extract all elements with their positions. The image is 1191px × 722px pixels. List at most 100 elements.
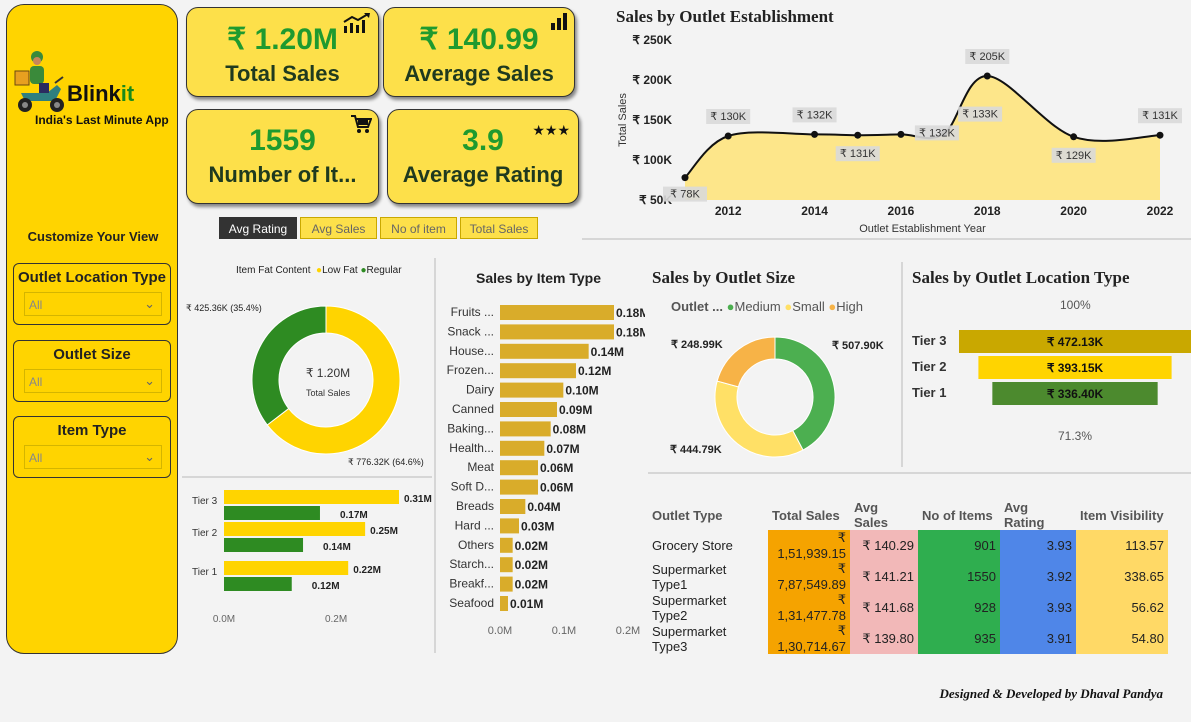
bar-lowfat: [224, 522, 366, 536]
tab-total-sales[interactable]: Total Sales: [460, 217, 538, 239]
bar-value-label: 0.25M: [370, 526, 398, 537]
x-tick-label: 2018: [974, 204, 1001, 218]
y-tick-label: ₹ 200K: [632, 73, 672, 87]
bar-value-label: 0.31M: [404, 494, 432, 505]
fat-label-regular: ₹ 425.36K (35.4%): [186, 303, 262, 313]
bar: [500, 460, 538, 476]
sidebar: Blinkit India's Last Minute App Customiz…: [6, 4, 178, 654]
bar-lowfat: [224, 561, 349, 575]
y-tick-label: ₹ 150K: [632, 113, 672, 127]
col-total-sales[interactable]: Total Sales: [768, 500, 850, 530]
bar-value-label: 0.14M: [323, 542, 351, 553]
bar: [500, 499, 526, 514]
category-label: Snack ...: [447, 324, 494, 338]
bar-value-label: 0.10M: [565, 384, 598, 398]
bar-value-label: 0.06M: [540, 481, 573, 495]
fat-legend: Item Fat Content ●Low Fat ●Regular: [236, 265, 402, 276]
table-cell: ₹ 141.68: [850, 592, 918, 623]
table-cell: ₹ 141.21: [850, 561, 918, 592]
category-label: Soft D...: [451, 480, 494, 494]
data-label: ₹ 132K: [919, 127, 955, 139]
data-label: ₹ 130K: [710, 111, 746, 123]
table-cell: Supermarket Type2: [652, 592, 727, 623]
tab-avg-rating[interactable]: Avg Rating: [219, 217, 297, 239]
category-label: Dairy: [466, 383, 494, 397]
item-type-bar-chart: Fruits ... 0.18M Snack ... 0.18M House... 0.1…: [447, 305, 645, 637]
table-cell: ₹ 7,87,549.89: [768, 561, 850, 592]
col-item-visibility[interactable]: Item Visibility: [1076, 500, 1168, 530]
bar: [500, 343, 589, 359]
bar-value-label: 0.09M: [559, 403, 592, 417]
chevron-down-icon: ⌄: [144, 373, 155, 388]
outlet-location-type-dropdown[interactable]: All ⌄: [24, 292, 162, 316]
category-label: Tier 1: [912, 385, 946, 400]
divider: [182, 476, 432, 478]
x-tick-label: 2014: [801, 204, 828, 218]
category-label: Others: [458, 538, 494, 552]
cart-icon: [351, 115, 372, 133]
bar: [500, 421, 551, 437]
divider: [648, 472, 1191, 474]
category-label: Breakf...: [449, 577, 494, 591]
col-outlet-type[interactable]: Outlet Type: [648, 500, 768, 530]
table-cell: 3.93: [1000, 530, 1076, 561]
category-label: Tier 3: [912, 333, 946, 348]
bar: [500, 596, 508, 611]
kpi-label: Average Rating: [402, 162, 564, 187]
bar-lowfat: [224, 490, 399, 504]
donut-center-value: ₹ 1.20M: [305, 366, 351, 380]
kpi-value: ₹ 140.99: [419, 23, 539, 56]
table-cell: 54.80: [1076, 623, 1168, 654]
col-avg-sales[interactable]: Avg Sales: [850, 500, 918, 530]
outlet-size-chart-title: Sales by Outlet Size: [652, 268, 796, 287]
kpi-card-average-rating: ★★★ 3.9 Average Rating: [387, 109, 579, 204]
bar-value-label: 0.14M: [591, 345, 624, 359]
kpi-card-number-of-items: 1559 Number of It...: [186, 109, 379, 204]
tab-no-of-item[interactable]: No of item: [380, 217, 457, 239]
table-cell: 56.62: [1076, 592, 1168, 623]
bar-value-label: 0.06M: [540, 461, 573, 475]
bar-value-label: 0.12M: [578, 364, 611, 378]
size-legend: Outlet ... ●Medium ●Small ●High: [671, 299, 863, 314]
kpi-card-total-sales: ₹ 1.20M Total Sales: [186, 7, 379, 97]
category-label: Baking...: [447, 421, 494, 435]
x-tick-label: 2012: [715, 204, 742, 218]
category-label: Tier 1: [192, 567, 218, 578]
category-label: Breads: [456, 499, 494, 513]
bar-value-label: 0.07M: [546, 442, 579, 456]
bar: [500, 576, 513, 592]
outlet-size-dropdown[interactable]: All ⌄: [24, 369, 162, 393]
establishment-area-chart: ₹ 250K₹ 200K₹ 150K₹ 100K₹ 50K2012 2014 201…: [617, 33, 1182, 235]
table-cell: ₹ 139.80: [850, 623, 918, 654]
legend-small: Small: [792, 299, 825, 314]
x-tick-label: 0.0M: [488, 625, 512, 637]
table-row: Supermarket Type3 ₹ 1,30,714.67 ₹ 139.80 93…: [648, 623, 1168, 654]
outlet-type-table: Outlet Type Total Sales Avg Sales No of …: [648, 500, 1168, 654]
tab-avg-sales[interactable]: Avg Sales: [300, 217, 377, 239]
chevron-down-icon: ⌄: [144, 449, 155, 464]
bar-regular: [224, 506, 320, 520]
bar-value-label: 0.04M: [527, 500, 560, 514]
fat-label-lowfat: ₹ 776.32K (64.6%): [348, 457, 424, 467]
col-avg-rating[interactable]: Avg Rating: [1000, 500, 1076, 530]
establishment-chart-title: Sales by Outlet Establishment: [616, 7, 834, 26]
data-point: [724, 132, 732, 140]
data-label: ₹ 129K: [1056, 150, 1092, 162]
item-type-dropdown[interactable]: All ⌄: [24, 445, 162, 469]
table-cell: 3.91: [1000, 623, 1076, 654]
y-tick-label: ₹ 250K: [632, 33, 672, 47]
table-cell: 3.93: [1000, 592, 1076, 623]
category-label: Frozen...: [447, 363, 494, 377]
category-label: Hard ...: [455, 518, 494, 532]
bar: [500, 479, 538, 495]
legend-regular: Regular: [366, 265, 402, 276]
col-no-of-items[interactable]: No of Items: [918, 500, 1000, 530]
category-label: Meat: [467, 460, 494, 474]
kpi-label: Average Sales: [404, 61, 554, 86]
bar-value-label: 0.18M: [616, 325, 645, 339]
stars-icon: ★★★: [532, 122, 570, 138]
bar: [500, 518, 519, 534]
data-label: ₹ 131K: [840, 148, 876, 160]
bar: [500, 440, 545, 456]
data-point: [681, 174, 689, 182]
